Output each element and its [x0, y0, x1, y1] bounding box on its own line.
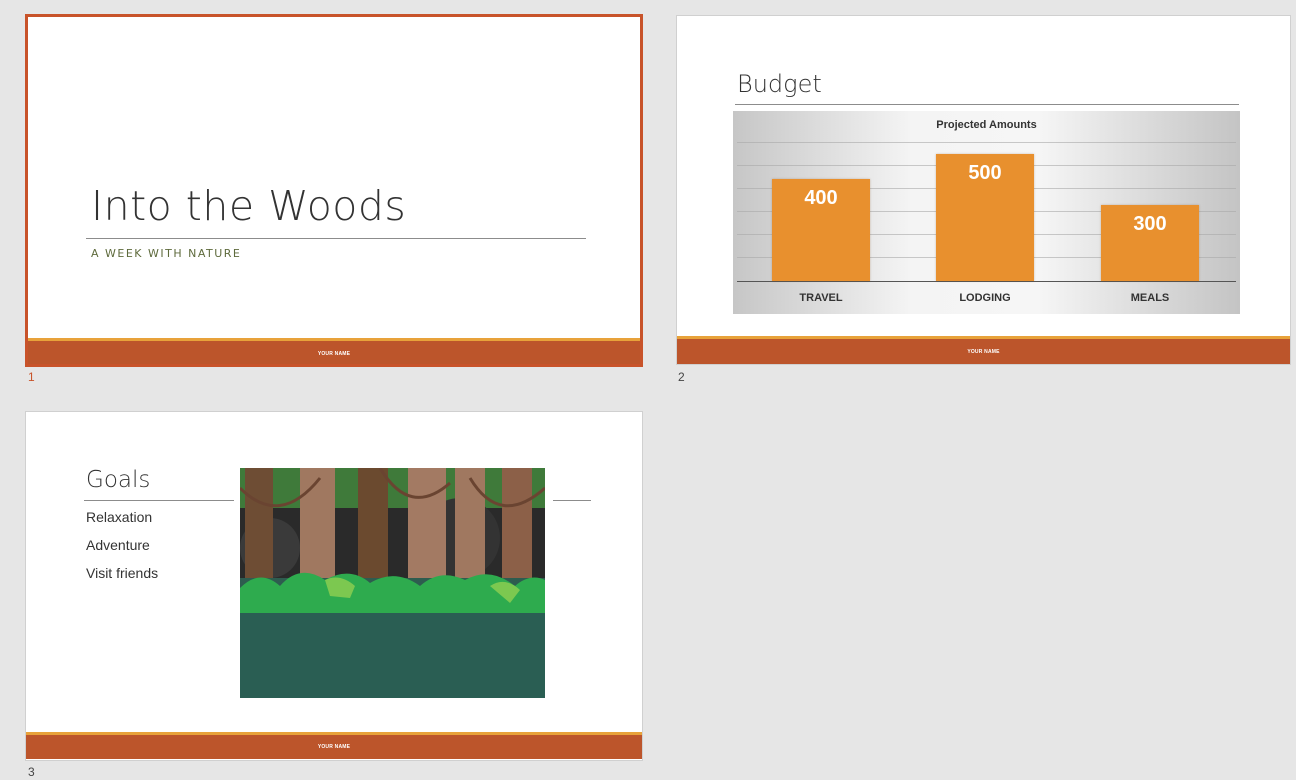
footer-text: YOUR NAME — [967, 349, 1000, 355]
goal-item: Adventure — [86, 537, 150, 553]
category-label: TRAVEL — [799, 292, 843, 304]
goal-item: Relaxation — [86, 509, 153, 525]
gridline — [737, 142, 1236, 143]
slide-title: Budget — [737, 70, 822, 98]
goal-item: Visit friends — [86, 565, 159, 581]
slide-3[interactable]: Goals Relaxation Adventure Visit friends — [25, 411, 643, 761]
x-axis — [737, 281, 1236, 282]
title-divider — [86, 238, 586, 239]
title-divider — [735, 104, 1239, 105]
slide-subtitle: A WEEK WITH NATURE — [91, 247, 242, 260]
slide-title: Goals — [86, 467, 151, 493]
forest-illustration — [240, 468, 545, 698]
slide-1[interactable]: Into the Woods A WEEK WITH NATURE YOUR N… — [25, 14, 643, 367]
title-divider-left — [84, 500, 234, 501]
footer-text: YOUR NAME — [317, 351, 351, 357]
footer-bar: YOUR NAME — [26, 735, 642, 759]
footer-text: YOUR NAME — [317, 744, 351, 750]
slide-number-2: 2 — [678, 370, 685, 384]
category-label: LODGING — [959, 292, 1011, 304]
slide-number-3: 3 — [28, 765, 35, 779]
chart-title: Projected Amounts — [936, 119, 1037, 131]
budget-chart[interactable]: Projected Amounts 400 TRAVEL 500 LODGING 300… — [733, 111, 1240, 314]
data-label: 300 — [1133, 212, 1167, 235]
slide-number-1: 1 — [28, 370, 35, 384]
footer-bar: YOUR NAME — [28, 341, 640, 364]
slide-title: Into the Woods — [91, 182, 407, 230]
data-label: 500 — [968, 161, 1002, 184]
category-label: MEALS — [1130, 292, 1170, 304]
slide-2[interactable]: Budget Projected Amounts 400 TRAVEL 500 LOD… — [676, 15, 1291, 365]
title-divider-right — [553, 500, 591, 501]
data-label: 400 — [804, 187, 838, 210]
footer-bar: YOUR NAME — [677, 339, 1290, 364]
